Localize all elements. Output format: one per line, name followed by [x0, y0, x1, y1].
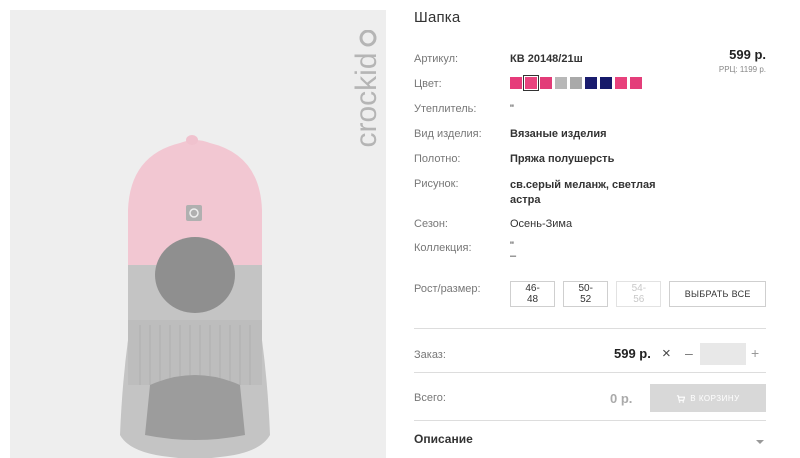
fabric-value: Пряжа полушерсть [510, 153, 615, 165]
season-label: Сезон: [414, 218, 448, 230]
pattern-value: св.серый меланж, светлая астра [510, 179, 656, 206]
insulation-value: " [510, 103, 514, 115]
select-all-button[interactable]: ВЫБРАТЬ ВСЕ [669, 281, 766, 307]
divider [414, 372, 766, 373]
description-toggle[interactable]: Описание [414, 432, 473, 446]
color-swatch[interactable] [615, 77, 627, 89]
divider [414, 420, 766, 421]
article-value: КВ 20148/21ш [510, 53, 583, 65]
hat-illustration [120, 135, 270, 458]
increment-button[interactable]: + [751, 345, 759, 361]
total-value: 0 р. [610, 391, 633, 406]
size-option-46-48[interactable]: 46-48 [510, 281, 556, 307]
page-title: Шапка [414, 9, 461, 26]
product-type-label: Вид изделия: [414, 128, 482, 140]
product-type-value: Вязаные изделия [510, 128, 607, 140]
color-swatch[interactable] [600, 77, 612, 89]
unit-price: 599 р. [729, 47, 766, 62]
order-price: 599 р. [614, 346, 651, 361]
color-swatch[interactable] [630, 77, 642, 89]
chevron-down-icon[interactable] [756, 433, 764, 444]
brand-logo: crockid [345, 29, 386, 170]
divider [414, 328, 766, 329]
order-label: Заказ: [414, 349, 446, 361]
size-option-50-52[interactable]: 50-52 [563, 281, 609, 307]
cart-icon [676, 394, 686, 403]
quantity-input[interactable] [700, 343, 746, 365]
collection-label: Коллекция: [414, 242, 472, 254]
article-label: Артикул: [414, 53, 459, 65]
recommended-price: РРЦ: 1199 р. [718, 65, 766, 74]
color-swatch[interactable] [585, 77, 597, 89]
pattern-label: Рисунок: [414, 178, 459, 190]
season-value: Осень-Зима [510, 218, 573, 230]
color-swatch[interactable] [555, 77, 567, 89]
fabric-label: Полотно: [414, 153, 461, 165]
decrement-button[interactable]: – [685, 345, 693, 361]
size-label: Рост/размер: [414, 283, 481, 295]
product-image[interactable]: crockid [10, 10, 386, 458]
product-details: Шапка 599 р. РРЦ: 1199 р. Артикул: КВ 20… [414, 0, 766, 458]
collection-dash: – [510, 250, 517, 262]
svg-text:crockid: crockid [350, 52, 383, 147]
color-label: Цвет: [414, 78, 442, 90]
add-to-cart-label: В КОРЗИНУ [690, 393, 740, 403]
insulation-label: Утеплитель: [414, 103, 477, 115]
size-options: 46-48 50-52 54-56 ВЫБРАТЬ ВСЕ [510, 281, 766, 307]
remove-icon[interactable]: × [662, 345, 671, 362]
color-swatch[interactable] [510, 77, 522, 89]
add-to-cart-button[interactable]: В КОРЗИНУ [650, 384, 766, 412]
total-label: Всего: [414, 392, 446, 404]
size-option-54-56: 54-56 [616, 281, 662, 307]
color-swatch[interactable] [540, 77, 552, 89]
color-swatch[interactable] [523, 75, 539, 91]
color-swatches [510, 75, 642, 91]
color-swatch[interactable] [570, 77, 582, 89]
